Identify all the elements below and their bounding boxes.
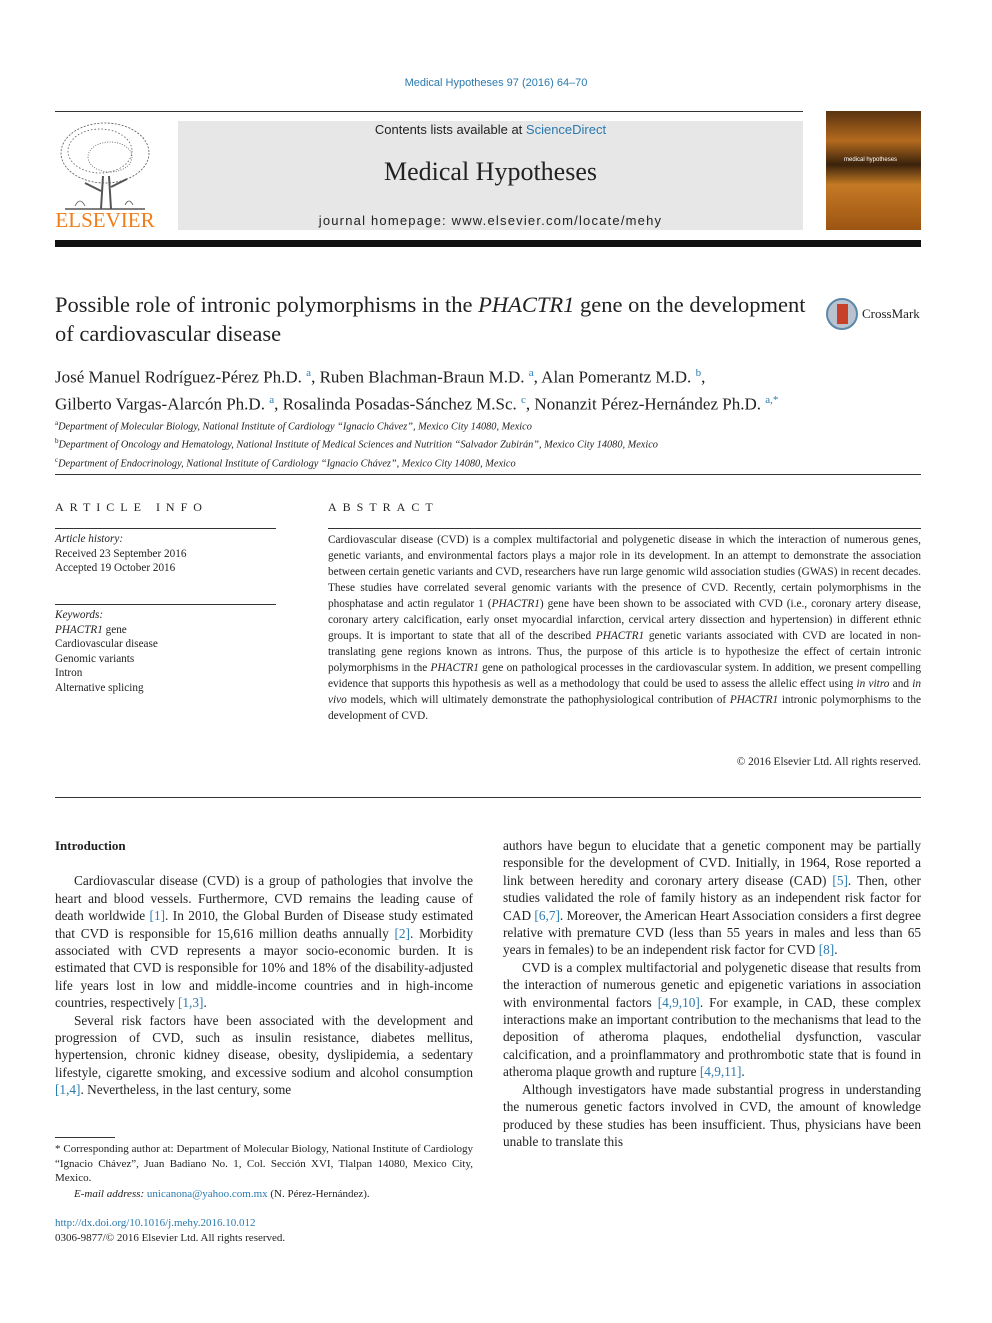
keyword-item: PHACTR1 gene <box>55 623 127 636</box>
keyword-item: Alternative splicing <box>55 681 144 694</box>
abstract-text: Cardiovascular disease (CVD) is a comple… <box>328 534 922 722</box>
abstract-heading: ABSTRACT <box>328 500 439 514</box>
journal-banner: Contents lists available at ScienceDirec… <box>178 121 803 230</box>
divider <box>328 528 921 529</box>
title-text-1: Possible role of intronic polymorphisms … <box>55 292 479 317</box>
citation-link[interactable]: [1] <box>150 908 166 923</box>
footnote-rule <box>55 1137 115 1138</box>
body-column-right: authors have begun to elucidate that a g… <box>503 837 921 1150</box>
citation-link[interactable]: [1,4] <box>55 1082 80 1097</box>
article-title: Possible role of intronic polymorphisms … <box>55 290 815 348</box>
author-name[interactable]: José Manuel Rodríguez-Pérez Ph.D. <box>55 368 306 387</box>
abstract-copyright: © 2016 Elsevier Ltd. All rights reserved… <box>736 756 921 768</box>
received-date: Received 23 September 2016 <box>55 547 187 560</box>
contents-prefix: Contents lists available at <box>374 122 526 137</box>
elsevier-wordmark: ELSEVIER <box>55 208 155 232</box>
email-link[interactable]: unicanona@yahoo.com.mx <box>147 1188 268 1200</box>
affiliation-marker[interactable]: a <box>306 367 311 379</box>
keyword-item: Genomic variants <box>55 652 135 665</box>
body-paragraph: Several risk factors have been associate… <box>55 1012 473 1098</box>
journal-title: Medical Hypotheses <box>383 157 597 186</box>
cover-title: medical hypotheses <box>844 157 898 163</box>
divider <box>55 528 276 529</box>
citation-link[interactable]: [4,9,10] <box>658 995 700 1010</box>
accepted-date: Accepted 19 October 2016 <box>55 562 176 574</box>
affiliation-c: cDepartment of Endocrinology, National I… <box>55 455 516 470</box>
contents-available-text: Contents lists available at ScienceDirec… <box>178 122 803 137</box>
journal-cover-image[interactable]: medical hypotheses <box>826 111 921 230</box>
body-paragraph: CVD is a complex multifactorial and poly… <box>503 959 922 1080</box>
affiliation-marker[interactable]: b <box>696 367 702 379</box>
affiliations: aDepartment of Molecular Biology, Nation… <box>55 416 925 471</box>
author-list: José Manuel Rodríguez-Pérez Ph.D. a, Rub… <box>55 367 779 414</box>
crossmark-label: CrossMark <box>862 306 920 321</box>
citation-link[interactable]: [5] <box>832 873 848 888</box>
header-rule <box>55 111 803 112</box>
body-column-left: Introduction Cardiovascular disease (CVD… <box>55 837 473 1099</box>
crossmark-button[interactable]: CrossMark <box>826 298 920 330</box>
citation-link[interactable]: [6,7] <box>534 908 559 923</box>
tree-icon <box>60 122 150 210</box>
doi-link[interactable]: http://dx.doi.org/10.1016/j.mehy.2016.10… <box>55 1216 285 1231</box>
affiliation-a: aDepartment of Molecular Biology, Nation… <box>55 419 532 433</box>
journal-reference-link[interactable]: Medical Hypotheses 97 (2016) 64–70 <box>0 77 992 89</box>
divider <box>55 474 921 475</box>
author-name[interactable]: Rosalinda Posadas-Sánchez M.Sc. <box>283 394 521 413</box>
email-owner: (N. Pérez-Hernández). <box>267 1187 370 1200</box>
footnote: * Corresponding author at: Department of… <box>55 1142 473 1201</box>
citation-link[interactable]: [2] <box>394 926 410 941</box>
affiliation-marker[interactable]: c <box>521 394 526 406</box>
author-name[interactable]: Gilberto Vargas-Alarcón Ph.D. <box>55 394 269 413</box>
author-name[interactable]: Nonanzit Pérez-Hernández Ph.D. <box>534 394 765 413</box>
issn-copyright: 0306-9877/© 2016 Elsevier Ltd. All right… <box>55 1231 286 1244</box>
journal-homepage-link[interactable]: journal homepage: www.elsevier.com/locat… <box>178 213 803 228</box>
author-name[interactable]: Ruben Blachman-Braun M.D. <box>320 368 529 387</box>
header-thick-rule <box>55 240 921 247</box>
email-line: E-mail address: unicanona@yahoo.com.mx (… <box>55 1187 473 1202</box>
keyword-item: Intron <box>55 667 83 679</box>
keyword-item: Cardiovascular disease <box>55 638 158 650</box>
introduction-heading: Introduction <box>55 838 126 853</box>
author-name[interactable]: Alan Pomerantz M.D. <box>541 368 695 387</box>
history-label: Article history: <box>55 533 124 545</box>
article-history: Article history: Received 23 September 2… <box>55 532 276 576</box>
affiliation-marker[interactable]: a <box>269 394 274 406</box>
article-info-heading: ARTICLE INFO <box>55 500 208 514</box>
keywords: Keywords: PHACTR1 gene Cardiovascular dis… <box>55 608 276 695</box>
divider <box>55 797 921 798</box>
body-paragraph: Although investigators have made substan… <box>503 1081 921 1149</box>
affiliation-marker[interactable]: a <box>529 367 534 379</box>
body-paragraph: Cardiovascular disease (CVD) is a group … <box>55 873 474 1011</box>
email-label: E-mail address: <box>74 1187 147 1200</box>
keywords-label: Keywords: <box>55 609 104 621</box>
affiliation-marker[interactable]: a,* <box>765 394 778 406</box>
sciencedirect-link[interactable]: ScienceDirect <box>526 122 606 137</box>
citation-link[interactable]: [1,3] <box>178 995 203 1010</box>
citation-link[interactable]: [8] <box>819 942 835 957</box>
crossmark-icon <box>826 298 858 330</box>
citation-link[interactable]: [4,9,11] <box>700 1064 742 1079</box>
elsevier-logo[interactable]: ELSEVIER <box>55 121 155 233</box>
affiliation-b: bDepartment of Oncology and Hematology, … <box>55 437 658 451</box>
title-gene: PHACTR1 <box>478 292 575 317</box>
body-paragraph: authors have begun to elucidate that a g… <box>503 838 921 958</box>
corresponding-author-note: * Corresponding author at: Department of… <box>55 1143 473 1184</box>
doi-block: http://dx.doi.org/10.1016/j.mehy.2016.10… <box>55 1216 285 1245</box>
divider <box>55 604 276 605</box>
